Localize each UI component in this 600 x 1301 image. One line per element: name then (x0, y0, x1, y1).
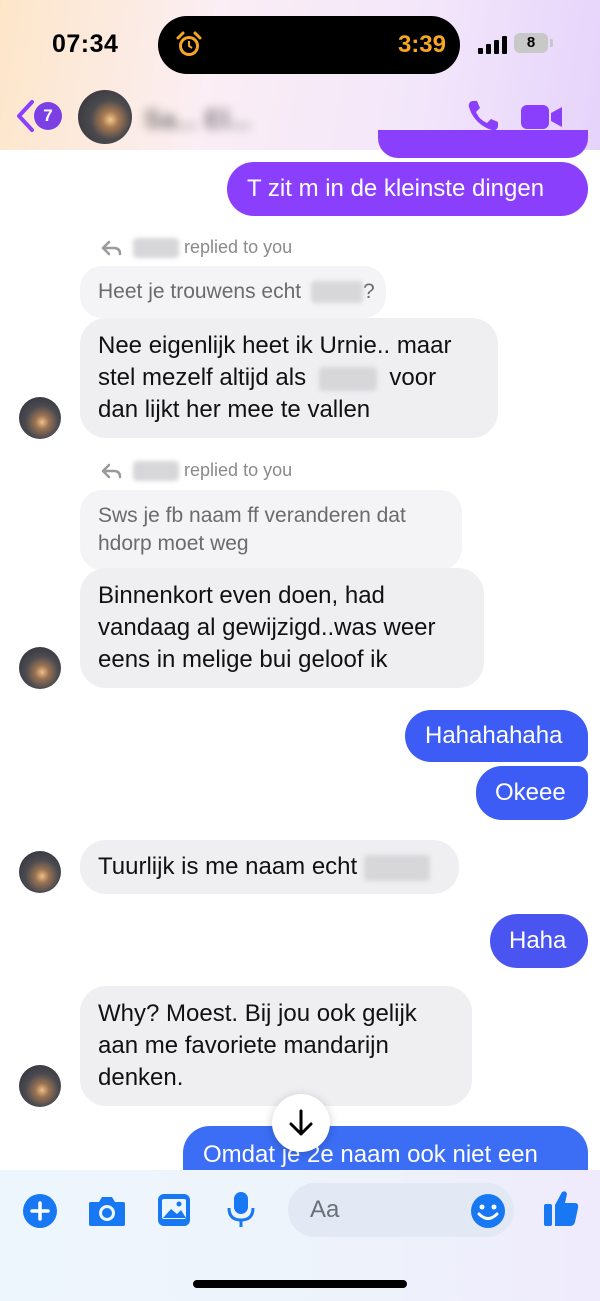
reply-label: replied to you (184, 460, 293, 480)
contact-name[interactable]: Sa... El... (144, 104, 251, 135)
emoji-icon[interactable] (470, 1193, 506, 1229)
message-line: aan me favoriete mandarijn (98, 1032, 389, 1059)
reply-arrow-icon (101, 241, 122, 256)
sender-avatar[interactable] (19, 1065, 61, 1107)
message-bubble-incoming[interactable]: Nee eigenlijk heet ik Urnie.. maar stel … (80, 318, 498, 438)
reply-arrow-icon (101, 464, 122, 479)
video-call-icon[interactable] (520, 102, 564, 132)
reply-indicator: replied to you (100, 237, 293, 259)
unread-count-badge[interactable]: 7 (34, 102, 62, 130)
message-line: eens in melige bui geloof ik (98, 646, 388, 673)
message-bubble-outgoing[interactable]: Okeee (476, 766, 588, 820)
message-line: Binnenkort even doen, had (98, 582, 385, 609)
message-line: Why? Moest. Bij jou ook gelijk (98, 1000, 417, 1027)
home-indicator (193, 1280, 407, 1288)
back-chevron-icon[interactable] (14, 98, 36, 134)
thumbs-up-icon[interactable] (542, 1188, 580, 1228)
quote-line: hdorp moet weg (98, 532, 249, 555)
sender-avatar[interactable] (19, 397, 61, 439)
timer-readout: 3:39 (397, 31, 446, 58)
battery-icon: 8 (514, 33, 548, 53)
microphone-icon[interactable] (226, 1190, 256, 1230)
redacted-name (133, 461, 180, 482)
message-bubble-outgoing-partial[interactable] (378, 130, 588, 158)
scroll-to-bottom-button[interactable] (272, 1094, 330, 1152)
status-time: 07:34 (52, 30, 119, 58)
redacted-name (133, 238, 180, 259)
arrow-down-icon (289, 1109, 313, 1136)
message-text: stel mezelf altijd als (98, 364, 307, 391)
message-line: vandaag al gewijzigd..was weer (98, 614, 436, 641)
quote-text-end: ? (362, 280, 375, 303)
quote-line: Sws je fb naam ff veranderen dat (98, 504, 406, 527)
message-text: Hahahahaha (425, 722, 563, 749)
sender-avatar[interactable] (19, 647, 61, 689)
gallery-icon[interactable] (156, 1192, 192, 1228)
redacted-name (310, 281, 363, 304)
redacted-name (318, 366, 377, 391)
message-line: dan lijkt her mee te vallen (98, 396, 371, 423)
message-line: stel mezelf altijd als voor (98, 362, 498, 394)
reply-indicator: replied to you (100, 460, 293, 482)
cellular-signal-icon (478, 34, 508, 54)
message-text: voor (389, 364, 437, 391)
message-line: Nee eigenlijk heet ik Urnie.. maar (98, 332, 452, 359)
message-bubble-incoming[interactable]: Binnenkort even doen, had vandaag al gew… (80, 568, 484, 688)
message-text: Tuurlijk is me naam echt (98, 853, 358, 880)
dynamic-island: 3:39 (158, 16, 460, 74)
message-line: denken. (98, 1064, 184, 1091)
phone-call-icon[interactable] (465, 98, 501, 134)
plus-icon[interactable] (22, 1193, 58, 1229)
contact-avatar[interactable] (78, 90, 132, 144)
alarm-icon (176, 31, 202, 56)
message-text: T zit m in de kleinste dingen (247, 175, 545, 202)
message-bubble-incoming[interactable]: Tuurlijk is me naam echt (80, 840, 459, 894)
message-bubble-outgoing[interactable]: Haha (490, 914, 588, 968)
camera-icon[interactable] (87, 1193, 127, 1229)
message-bubble-incoming[interactable]: Why? Moest. Bij jou ook gelijk aan me fa… (80, 986, 472, 1106)
sender-avatar[interactable] (19, 851, 61, 893)
message-bubble-outgoing[interactable]: Hahahahaha (405, 710, 588, 762)
message-text: Okeee (495, 779, 566, 806)
quoted-message[interactable]: Sws je fb naam ff veranderen dat hdorp m… (80, 490, 462, 570)
input-placeholder: Aa (310, 1196, 340, 1223)
redacted-name (363, 854, 430, 881)
battery-tip (550, 39, 553, 47)
message-bubble-outgoing[interactable]: T zit m in de kleinste dingen (227, 162, 588, 216)
quote-text: Heet je trouwens echt (98, 280, 302, 303)
message-text: Haha (509, 927, 567, 954)
reply-label: replied to you (184, 237, 293, 257)
message-text: Omdat je 2e naam ook niet een (203, 1141, 538, 1168)
quoted-message[interactable]: Heet je trouwens echt ? (80, 266, 386, 318)
